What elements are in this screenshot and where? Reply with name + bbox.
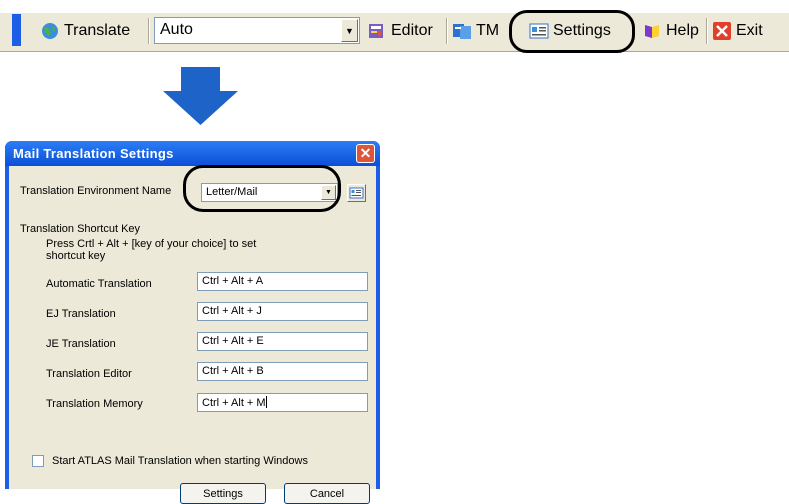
- tm-label: TM: [476, 22, 500, 39]
- text-cursor: [265, 396, 267, 408]
- help-book-icon: [642, 22, 662, 40]
- startup-checkbox-label: Start ATLAS Mail Translation when starti…: [52, 455, 308, 467]
- translation-editor-field[interactable]: Ctrl + Alt + B: [197, 362, 368, 381]
- translate-label: Translate: [64, 22, 131, 39]
- settings-ok-button[interactable]: Settings: [180, 483, 266, 504]
- settings-highlight-circle: [509, 10, 635, 53]
- arrow-down-icon: [163, 67, 238, 125]
- globe-icon: [40, 22, 60, 40]
- environment-settings-button[interactable]: [347, 184, 366, 202]
- help-label: Help: [666, 22, 699, 39]
- shortcut-hint: shortcut key: [46, 250, 106, 262]
- translation-editor-label: Translation Editor: [46, 368, 132, 380]
- toolbar-separator: [148, 18, 150, 44]
- exit-label: Exit: [736, 22, 763, 39]
- editor-label: Editor: [391, 22, 433, 39]
- dialog-title: Mail Translation Settings: [13, 146, 174, 161]
- cancel-button[interactable]: Cancel: [284, 483, 370, 504]
- close-icon[interactable]: ✕: [356, 144, 375, 163]
- automatic-translation-label: Automatic Translation: [46, 278, 152, 290]
- mode-value: Auto: [160, 21, 193, 38]
- env-label: Translation Environment Name: [20, 185, 172, 197]
- translation-memory-field[interactable]: Ctrl + Alt + M: [197, 393, 368, 412]
- ej-translation-label: EJ Translation: [46, 308, 116, 320]
- je-translation-label: JE Translation: [46, 338, 116, 350]
- toolbar-grip[interactable]: [12, 14, 21, 46]
- ej-translation-field[interactable]: Ctrl + Alt + J: [197, 302, 368, 321]
- toolbar-separator: [706, 18, 708, 44]
- translate-button[interactable]: Translate: [40, 17, 130, 45]
- translation-toolbar: Translate Auto ▼ Editor TM Settings Help: [0, 0, 789, 62]
- chevron-down-icon[interactable]: ▼: [341, 19, 358, 42]
- tm-button[interactable]: TM: [452, 17, 506, 45]
- editor-icon: [367, 22, 387, 40]
- shortcut-heading: Translation Shortcut Key: [20, 223, 141, 235]
- exit-button[interactable]: Exit: [712, 17, 763, 45]
- close-x-icon: [712, 22, 732, 40]
- dialog-titlebar[interactable]: Mail Translation Settings ✕: [5, 141, 380, 166]
- je-translation-field[interactable]: Ctrl + Alt + E: [197, 332, 368, 351]
- shortcut-hint: Press Crtl + Alt + [key of your choice] …: [46, 238, 257, 250]
- help-button[interactable]: Help: [642, 17, 699, 45]
- editor-button[interactable]: Editor: [367, 17, 433, 45]
- environment-highlight-circle: [183, 165, 341, 212]
- translation-memory-icon: [452, 22, 472, 40]
- startup-checkbox[interactable]: [32, 455, 44, 467]
- toolbar-separator: [446, 18, 448, 44]
- translation-memory-label: Translation Memory: [46, 398, 143, 410]
- translation-mode-select[interactable]: Auto ▼: [154, 17, 360, 44]
- automatic-translation-field[interactable]: Ctrl + Alt + A: [197, 272, 368, 291]
- settings-icon: [349, 187, 364, 199]
- dialog-client-area: Translation Environment Name Translation…: [9, 166, 376, 504]
